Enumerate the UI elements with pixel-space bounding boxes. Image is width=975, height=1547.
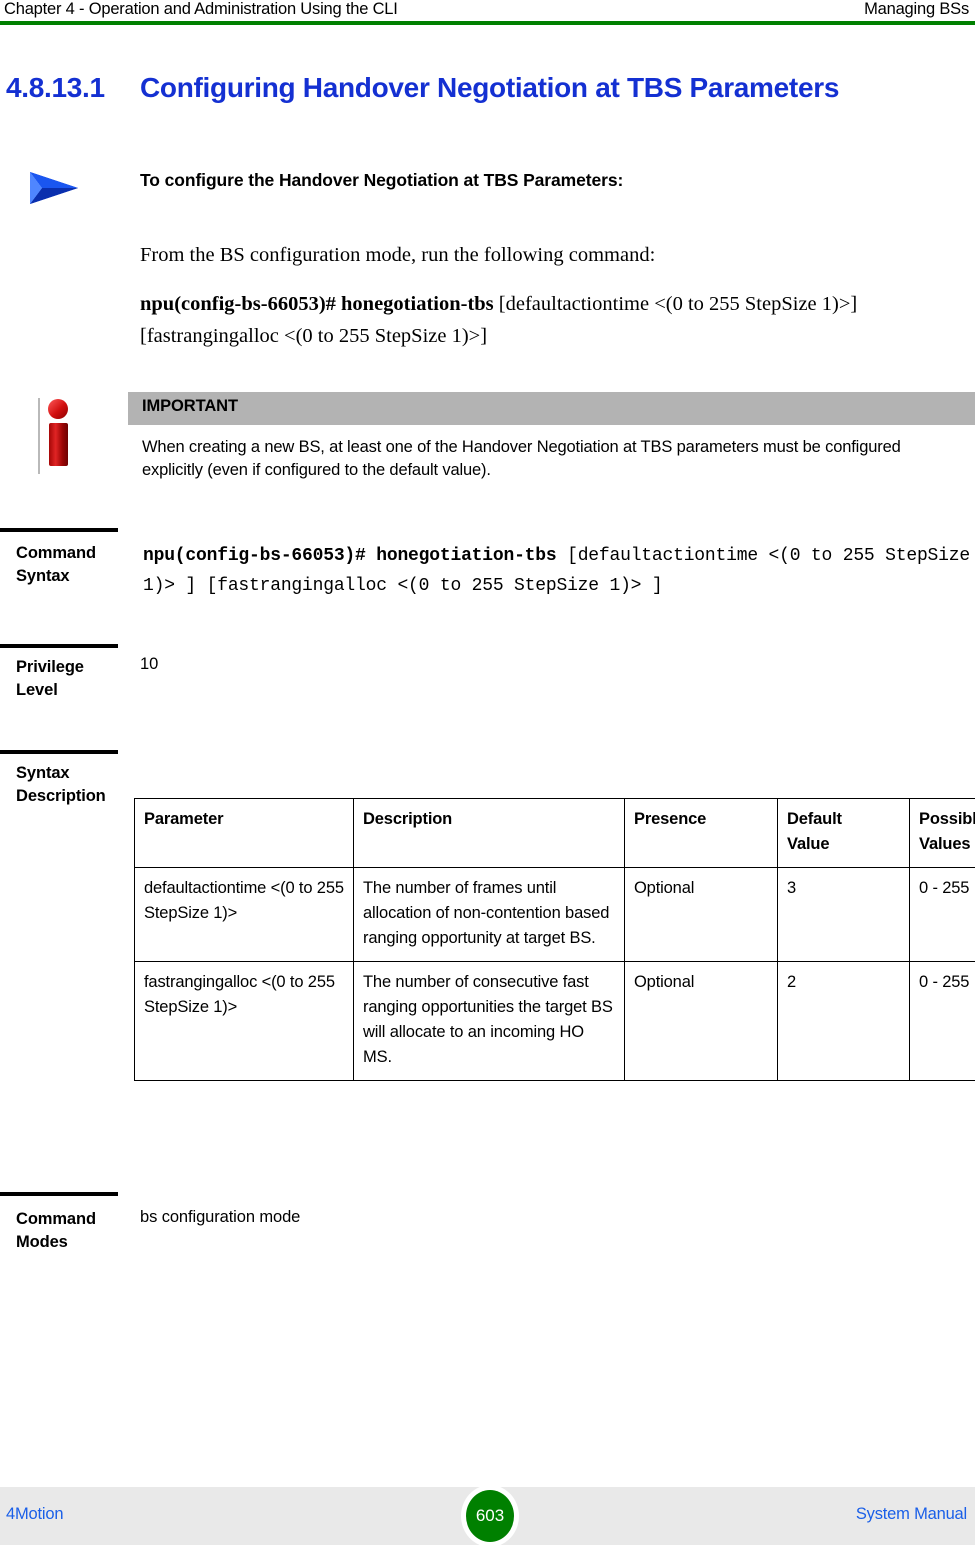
red-info-icon <box>36 396 94 484</box>
syntax-description-label-line2: Description <box>16 787 106 805</box>
important-note-label: IMPORTANT <box>142 397 238 416</box>
column-header-possible-line2: Values <box>919 835 970 853</box>
cell-parameter: defaultactiontime <(0 to 255 StepSize 1)… <box>135 868 354 962</box>
command-modes-value: bs configuration mode <box>140 1208 300 1227</box>
column-header-possible-values: Possible Values <box>910 799 975 868</box>
command-syntax-label-line1: Command <box>16 544 96 562</box>
command-modes-label-line1: Command <box>16 1210 96 1228</box>
table-row: defaultactiontime <(0 to 255 StepSize 1)… <box>135 868 975 962</box>
syntax-description-label-line1: Syntax <box>16 764 70 782</box>
header-section-title: Managing BSs <box>864 0 969 19</box>
table-row: fastrangingalloc <(0 to 255 StepSize 1)>… <box>135 962 975 1081</box>
header-divider-rule <box>0 21 975 25</box>
important-note-body: When creating a new BS, at least one of … <box>142 436 962 482</box>
column-header-parameter: Parameter <box>135 799 354 868</box>
table-header-row: Parameter Description Presence Default V… <box>135 799 975 868</box>
procedure-intro-text: From the BS configuration mode, run the … <box>140 240 960 270</box>
header-chapter-title: Chapter 4 - Operation and Administration… <box>4 0 398 19</box>
cell-description: The number of frames until allocation of… <box>354 868 625 962</box>
column-header-default-line1: Default <box>787 810 842 828</box>
column-header-default-value: Default Value <box>778 799 910 868</box>
command-syntax-label: Command Syntax <box>16 542 128 588</box>
cell-presence: Optional <box>625 962 778 1081</box>
footer-document-name[interactable]: System Manual <box>856 1505 967 1524</box>
command-syntax-command: honegotiation-tbs <box>376 546 556 566</box>
privilege-level-rule <box>0 644 118 648</box>
command-syntax-label-line2: Syntax <box>16 567 70 585</box>
command-syntax-prompt: npu(config-bs-66053)# <box>143 546 366 566</box>
privilege-level-value: 10 <box>140 655 158 674</box>
column-header-description: Description <box>354 799 625 868</box>
section-number: 4.8.13.1 <box>6 72 140 104</box>
parameter-table: Parameter Description Presence Default V… <box>134 798 975 1081</box>
section-title-text: Configuring Handover Negotiation at TBS … <box>140 72 839 103</box>
command-modes-label-line2: Modes <box>16 1233 68 1251</box>
cell-possible-values: 0 - 255 <box>910 868 975 962</box>
important-note-band: IMPORTANT <box>128 392 975 425</box>
command-syntax-value: npu(config-bs-66053)# honegotiation-tbs … <box>143 541 973 601</box>
page-number-badge: 603 <box>461 1485 519 1547</box>
page-footer: 4Motion 603 System Manual <box>0 1487 975 1545</box>
blue-arrow-icon <box>28 168 80 208</box>
page-header: Chapter 4 - Operation and Administration… <box>0 0 975 22</box>
privilege-level-label-line2: Level <box>16 681 58 699</box>
command-syntax-rule <box>0 528 118 532</box>
cell-presence: Optional <box>625 868 778 962</box>
column-header-default-line2: Value <box>787 835 829 853</box>
page-number-value: 603 <box>466 1490 514 1542</box>
command-modes-label: Command Modes <box>16 1208 128 1254</box>
procedure-command-line: npu(config-bs-66053)# honegotiation-tbs … <box>140 288 968 352</box>
cell-parameter: fastrangingalloc <(0 to 255 StepSize 1)> <box>135 962 354 1081</box>
privilege-level-label-line1: Privilege <box>16 658 84 676</box>
syntax-description-label: Syntax Description <box>16 762 128 808</box>
procedure-title: To configure the Handover Negotiation at… <box>140 170 623 191</box>
privilege-level-label: Privilege Level <box>16 656 128 702</box>
procedure-command-bold: npu(config-bs-66053)# honegotiation-tbs <box>140 293 494 315</box>
cell-default-value: 3 <box>778 868 910 962</box>
column-header-possible-line1: Possible <box>919 810 975 828</box>
cell-description: The number of consecutive fast ranging o… <box>354 962 625 1081</box>
syntax-description-rule <box>0 750 118 754</box>
footer-product-name[interactable]: 4Motion <box>6 1505 63 1524</box>
page-title: 4.8.13.1Configuring Handover Negotiation… <box>6 72 966 104</box>
command-modes-rule <box>0 1192 118 1196</box>
cell-default-value: 2 <box>778 962 910 1081</box>
column-header-presence: Presence <box>625 799 778 868</box>
cell-possible-values: 0 - 255 <box>910 962 975 1081</box>
